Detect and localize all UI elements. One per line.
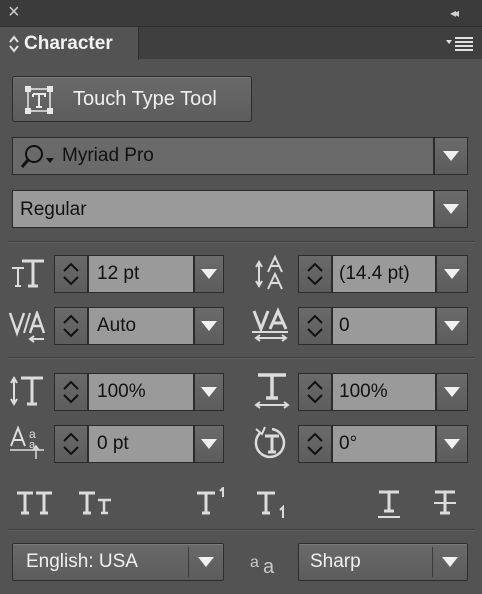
tracking-value: 0 [339, 315, 350, 336]
chevron-down-icon [443, 204, 459, 214]
strikethrough-button[interactable] [432, 489, 458, 519]
stepper-arrows-icon [62, 262, 80, 286]
touch-type-icon [24, 85, 54, 115]
collapse-icon[interactable]: ◂◂ [450, 6, 459, 20]
chevron-down-icon [443, 151, 459, 161]
chevron-down-icon [201, 387, 217, 397]
chevron-down-icon [442, 557, 458, 567]
horizontal-scale-input[interactable]: 100% [332, 373, 436, 411]
chevron-down-icon [444, 321, 460, 331]
stepper-arrows-icon [306, 262, 324, 286]
baseline-shift-value: 0 pt [97, 433, 129, 454]
all-caps-button[interactable] [16, 490, 54, 516]
language-value: English: USA [26, 551, 138, 572]
font-size-input[interactable]: 12 pt [88, 255, 194, 293]
touch-type-label: Touch Type Tool [73, 88, 217, 110]
kerning-input[interactable]: Auto [88, 307, 194, 345]
svg-text:a: a [29, 439, 36, 451]
chevron-down-icon [444, 387, 460, 397]
stepper-arrows-icon [62, 314, 80, 338]
tracking-icon [252, 307, 292, 343]
stepper-arrows-icon [306, 380, 324, 404]
panel-titlebar [0, 0, 482, 27]
vertical-scale-value: 100% [97, 381, 146, 402]
stepper-arrows-icon [306, 432, 324, 456]
select-divider [188, 547, 189, 577]
vertical-scale-icon [10, 375, 46, 407]
divider [8, 529, 474, 531]
leading-value: (14.4 pt) [339, 263, 410, 284]
chevron-down-icon [444, 269, 460, 279]
close-icon[interactable]: × [8, 1, 20, 24]
svg-text:a: a [250, 554, 259, 571]
vertical-scale-input[interactable]: 100% [88, 373, 194, 411]
chevron-down-icon [198, 557, 214, 567]
horizontal-scale-icon [252, 372, 292, 410]
superscript-button[interactable] [196, 487, 230, 515]
stepper-arrows-icon [62, 432, 80, 456]
kerning-value: Auto [97, 315, 137, 336]
divider [8, 357, 474, 359]
anti-aliasing-icon: a a [250, 550, 282, 576]
subscript-button[interactable] [256, 490, 290, 520]
font-size-icon [10, 258, 46, 288]
character-rotation-icon [254, 425, 290, 461]
chevron-down-icon [201, 321, 217, 331]
anti-aliasing-value: Sharp [310, 551, 361, 572]
leading-icon [254, 255, 290, 291]
rotation-input[interactable]: 0° [332, 425, 436, 463]
tab-reorder-icon [8, 35, 20, 53]
svg-text:a: a [263, 556, 275, 576]
panel-menu-icon[interactable] [446, 36, 474, 52]
tracking-input[interactable]: 0 [332, 307, 436, 345]
font-size-value: 12 pt [97, 263, 140, 284]
chevron-down-icon [444, 439, 460, 449]
baseline-shift-icon: a a [10, 424, 46, 460]
leading-input[interactable]: (14.4 pt) [332, 255, 436, 293]
stepper-arrows-icon [306, 314, 324, 338]
rotation-value: 0° [339, 433, 358, 454]
divider [8, 241, 474, 243]
chevron-down-icon [201, 269, 217, 279]
panel-title: Character [24, 33, 113, 54]
font-family-value: Myriad Pro [62, 145, 154, 166]
chevron-down-icon [201, 439, 217, 449]
font-search-icon[interactable] [20, 144, 56, 170]
kerning-icon [8, 311, 46, 343]
underline-button[interactable] [376, 489, 402, 519]
baseline-shift-input[interactable]: 0 pt [88, 425, 194, 463]
small-caps-button[interactable] [78, 490, 114, 516]
stepper-arrows-icon [62, 380, 80, 404]
select-divider [432, 547, 433, 577]
horizontal-scale-value: 100% [339, 381, 388, 402]
font-style-value: Regular [20, 199, 87, 220]
